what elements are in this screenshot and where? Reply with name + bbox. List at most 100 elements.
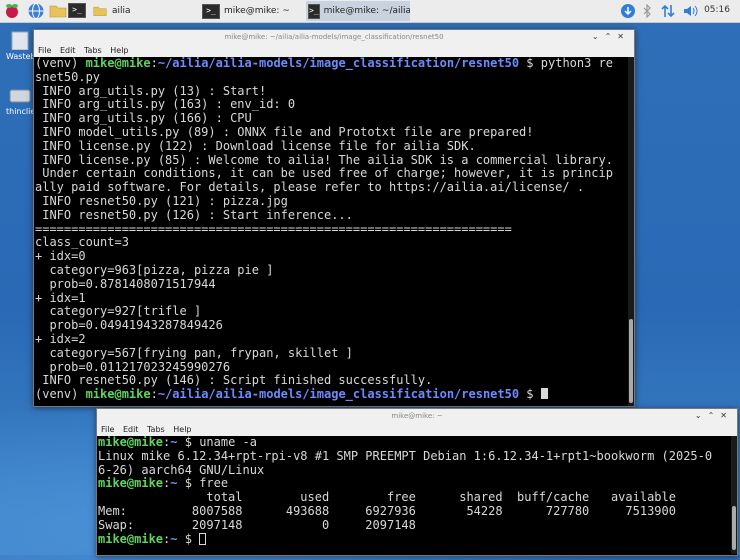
output-line: INFO arg_utils.py (13) : Start!	[35, 83, 267, 98]
scrollbar[interactable]	[731, 436, 737, 554]
terminal-launcher-icon[interactable]: >_	[68, 3, 86, 21]
menu-edit[interactable]: Edit	[123, 425, 139, 434]
prompt-user: mike@mike	[98, 531, 164, 546]
venv-tag: (venv)	[35, 57, 86, 70]
prompt-path: ~/ailia/ailia-models/image_classificatio…	[157, 387, 520, 402]
menu-file[interactable]: File	[101, 425, 114, 434]
terminal-output[interactable]: (venv) mike@mike:~/ailia/ailia-models/im…	[34, 57, 627, 403]
trash-icon	[11, 31, 29, 51]
output-line: + idx=2	[35, 331, 86, 346]
output-line: prob=0.011217023245990276	[35, 359, 231, 374]
venv-tag: (venv)	[35, 387, 86, 402]
clock: 05:16	[704, 5, 730, 15]
task-label: mike@mike: ~	[224, 6, 290, 16]
prompt-user: mike@mike	[98, 436, 164, 449]
minimize-icon[interactable]: ⌄	[695, 411, 708, 420]
desktop-icon-thinclient[interactable]: thinclient_drives	[6, 85, 34, 116]
window-titlebar[interactable]: mike@mike: ~ ⌄⌃✕	[97, 409, 737, 423]
bluetooth-icon[interactable]	[642, 4, 652, 18]
prompt-user: mike@mike	[98, 476, 164, 491]
prompt-line: (venv) mike@mike:~/ailia/ailia-models/im…	[35, 57, 614, 70]
volume-icon[interactable]	[683, 4, 699, 18]
desktop-icon-label: Wastebasket	[6, 52, 34, 61]
output-line: INFO arg_utils.py (163) : env_id: 0	[35, 97, 296, 112]
text-cursor	[199, 532, 207, 545]
update-icon[interactable]	[620, 3, 636, 19]
prompt-path: ~/ailia/ailia-models/image_classificatio…	[157, 57, 520, 70]
maximize-icon[interactable]: ⌃	[605, 32, 618, 41]
output-line: category=963[pizza, pizza pie ]	[35, 262, 274, 277]
task-ailia-folder[interactable]: ailia	[92, 1, 192, 21]
folder-icon	[93, 6, 107, 16]
output-line: category=927[trifle ]	[35, 304, 202, 319]
task-terminal-ailia[interactable]: >_ mike@mike: ~/ailia/...	[306, 1, 410, 21]
output-line: INFO resnet50.py (121) : pizza.jpg	[35, 193, 288, 208]
task-label: ailia	[112, 6, 131, 16]
output-line: category=567[frying pan, frypan, skillet…	[35, 345, 353, 360]
menu-edit[interactable]: Edit	[60, 46, 76, 55]
task-terminal-home[interactable]: >_ mike@mike: ~	[200, 1, 300, 21]
task-label: mike@mike: ~/ailia/...	[323, 6, 410, 16]
prompt-line: mike@mike:~ $ uname -a	[98, 436, 257, 449]
menu-help[interactable]: Help	[173, 425, 191, 434]
prompt-symbol: $	[177, 476, 200, 491]
command-text: free	[199, 476, 229, 491]
close-icon[interactable]: ✕	[617, 32, 630, 41]
network-icon[interactable]	[660, 3, 676, 19]
prompt-path: ~	[170, 436, 178, 449]
raspberry-menu-icon[interactable]	[3, 2, 21, 20]
browser-globe-icon[interactable]	[27, 2, 45, 20]
desktop-icon-label: thinclient_drives	[6, 107, 34, 116]
output-line: Under certain conditions, it can be used…	[35, 166, 613, 181]
prompt-path: ~	[170, 476, 178, 491]
output-line: + idx=1	[35, 290, 86, 305]
text-cursor	[540, 388, 548, 400]
window-controls: ⌄⌃✕	[695, 409, 733, 423]
prompt-symbol: $	[177, 531, 200, 546]
free-mem-row: Mem: 8007588 493688 6927936 54228 727780…	[98, 503, 676, 518]
menubar: File Edit Tabs Help	[97, 423, 737, 436]
file-manager-icon[interactable]	[49, 2, 67, 20]
prompt-line: mike@mike:~ $ free	[98, 476, 229, 491]
desktop-icon-wastebasket[interactable]: Wastebasket	[6, 30, 34, 61]
prompt-symbol: $	[519, 387, 541, 402]
prompt-symbol: $	[519, 57, 541, 70]
output-line: INFO model_utils.py (89) : ONNX file and…	[35, 124, 534, 139]
prompt-user: mike@mike	[85, 387, 151, 402]
terminal-icon: >_	[308, 3, 320, 19]
free-swap-row: Swap: 2097148 0 2097148	[98, 517, 416, 532]
prompt-line-current: mike@mike:~ $	[98, 531, 730, 547]
scrollbar-thumb[interactable]	[629, 319, 633, 403]
output-line: prob=0.8781408071517944	[35, 276, 216, 291]
terminal-icon: >_	[202, 3, 220, 19]
terminal-window-home[interactable]: mike@mike: ~ ⌄⌃✕ File Edit Tabs Help mik…	[96, 408, 738, 556]
scrollbar-thumb[interactable]	[732, 506, 736, 550]
command-text-wrap: snet50.py	[35, 69, 101, 84]
window-title: mike@mike: ~	[391, 412, 443, 420]
command-text: uname -a	[199, 436, 257, 449]
minimize-icon[interactable]: ⌄	[592, 32, 605, 41]
menu-help[interactable]: Help	[110, 46, 128, 55]
output-line: INFO license.py (122) : Download license…	[35, 138, 476, 153]
output-line: 6-26) aarch64 GNU/Linux	[98, 462, 265, 477]
output-line: INFO resnet50.py (126) : Start inference…	[35, 207, 353, 222]
menu-tabs[interactable]: Tabs	[84, 46, 102, 55]
menubar: File Edit Tabs Help	[34, 44, 634, 57]
output-line: ========================================…	[35, 221, 512, 236]
window-title: mike@mike: ~/ailia/ailia-models/image_cl…	[224, 33, 444, 41]
close-icon[interactable]: ✕	[720, 411, 733, 420]
output-line: prob=0.04941943287849426	[35, 318, 223, 333]
terminal-window-ailia[interactable]: mike@mike: ~/ailia/ailia-models/image_cl…	[33, 29, 635, 407]
scrollbar[interactable]	[628, 57, 634, 406]
prompt-symbol: $	[177, 436, 200, 449]
output-line: INFO arg_utils.py (166) : CPU	[35, 111, 252, 126]
maximize-icon[interactable]: ⌃	[708, 411, 721, 420]
window-controls: ⌄⌃✕	[592, 30, 630, 44]
window-titlebar[interactable]: mike@mike: ~/ailia/ailia-models/image_cl…	[34, 30, 634, 44]
menu-tabs[interactable]: Tabs	[147, 425, 165, 434]
prompt-user: mike@mike	[85, 57, 151, 70]
menu-file[interactable]: File	[38, 46, 51, 55]
prompt-path: ~	[170, 531, 178, 546]
output-line: ally paid software. For details, please …	[35, 180, 585, 195]
terminal-output[interactable]: mike@mike:~ $ uname -a Linux mike 6.12.34…	[97, 436, 730, 552]
